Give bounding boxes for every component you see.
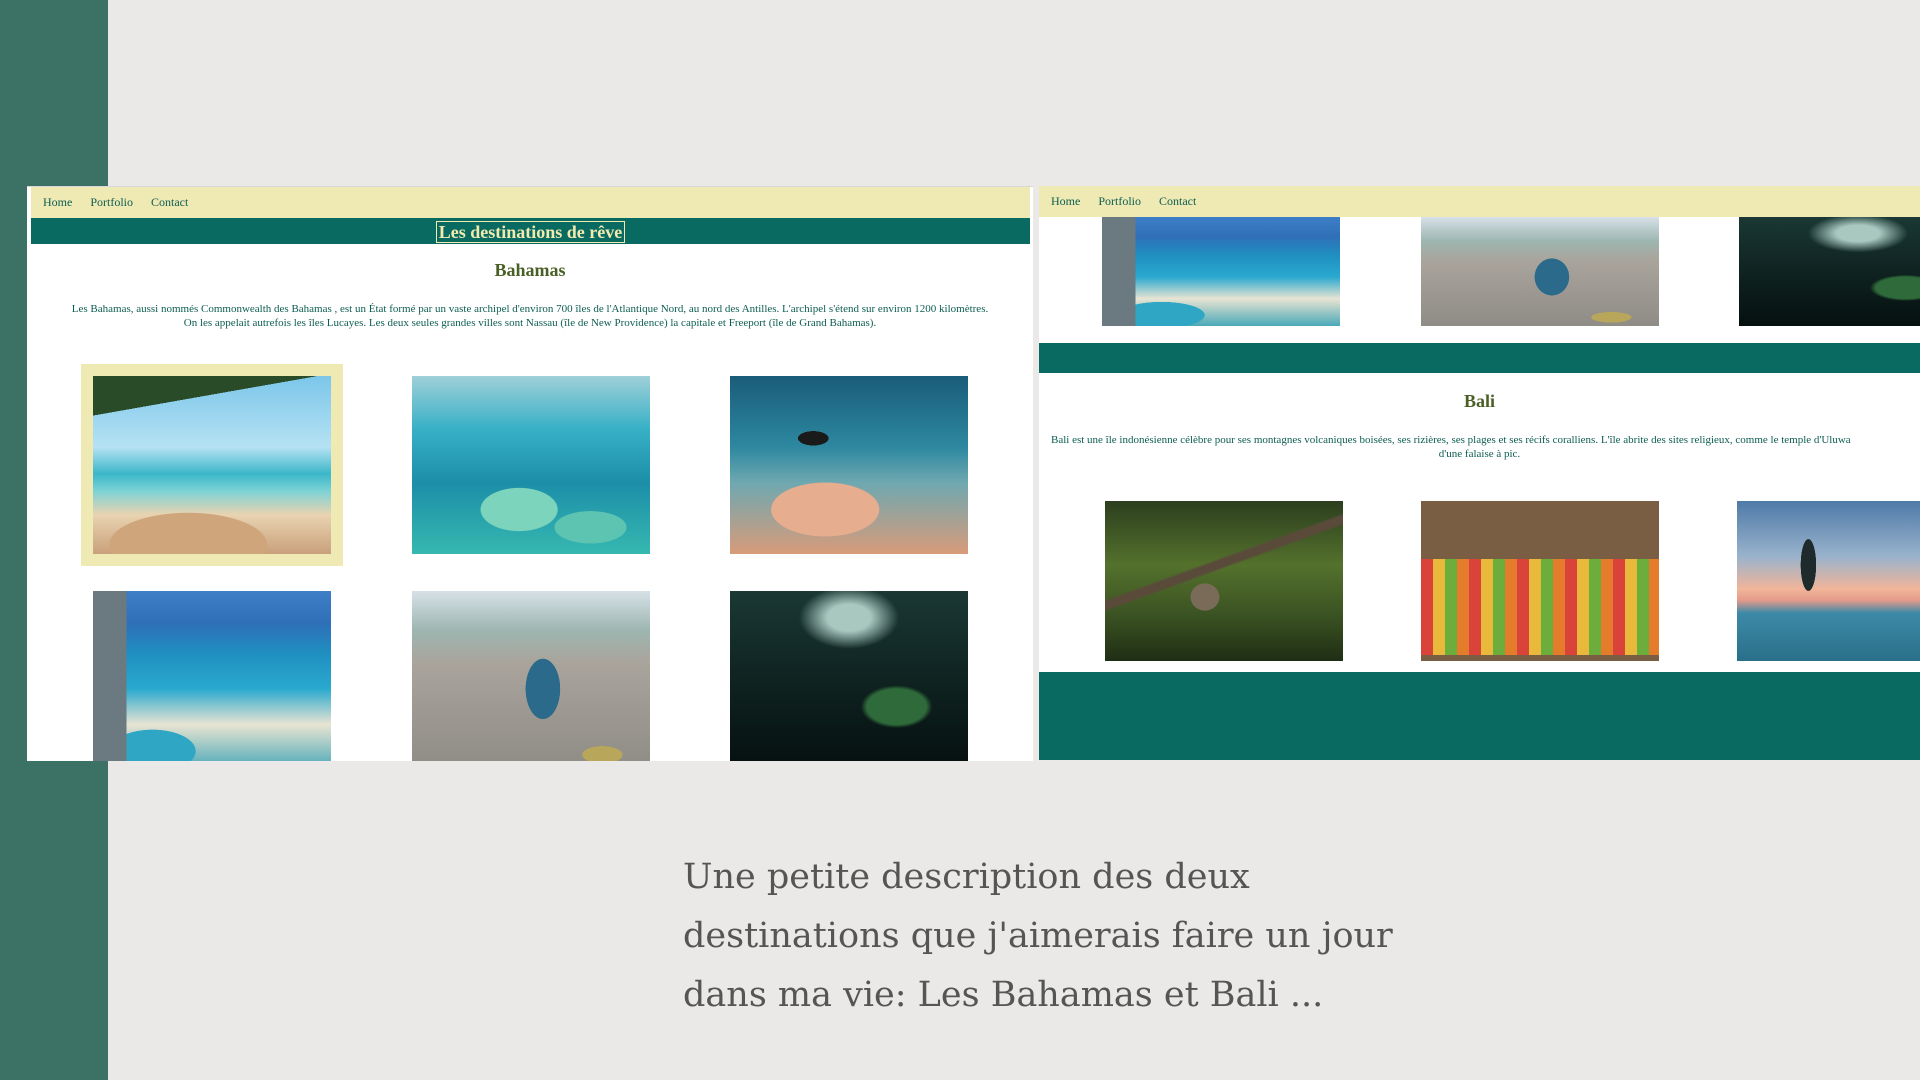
underwater-cave-photo[interactable] xyxy=(1739,217,1920,326)
nav-portfolio-link[interactable]: Portfolio xyxy=(90,195,133,210)
underwater-cave-photo[interactable] xyxy=(730,591,968,761)
aerial-reef-photo[interactable] xyxy=(412,376,650,554)
site-title: Les destinations de rêve xyxy=(435,221,626,243)
bali-page-screenshot: Home Portfolio Contact Bali Bali est une… xyxy=(1039,186,1920,760)
infinity-pool-sunset-photo[interactable] xyxy=(1737,501,1920,661)
coconut-vendor-photo[interactable] xyxy=(412,591,650,761)
section-divider xyxy=(1039,343,1920,373)
nav-contact-link[interactable]: Contact xyxy=(1159,194,1196,209)
nav-home-link[interactable]: Home xyxy=(1051,194,1080,209)
bahamas-description-line-2: On les appelait autrefois les îles Lucay… xyxy=(183,317,877,329)
bali-description-line-1: Bali est une île indonésienne célèbre po… xyxy=(1051,434,1851,446)
bahamas-description-line-1: Les Bahamas, aussi nommés Commonwealth d… xyxy=(71,303,989,315)
bali-description: Bali est une île indonésienne célèbre po… xyxy=(1039,433,1920,461)
slide-caption: Une petite description des deux destinat… xyxy=(683,857,1393,1015)
nav-home-link[interactable]: Home xyxy=(43,195,72,210)
bahamas-description: Les Bahamas, aussi nommés Commonwealth d… xyxy=(27,302,1033,330)
hotel-coast-photo[interactable] xyxy=(93,591,331,761)
footer-bar xyxy=(1039,672,1920,760)
top-nav: Home Portfolio Contact xyxy=(31,187,1030,218)
fruit-market-photo[interactable] xyxy=(1421,501,1659,661)
nav-contact-link[interactable]: Contact xyxy=(151,195,188,210)
bali-heading: Bali xyxy=(1463,391,1495,411)
bahamas-page-screenshot: Home Portfolio Contact Les destinations … xyxy=(27,186,1033,761)
site-title-bar: Les destinations de rêve xyxy=(31,218,1030,244)
nav-portfolio-link[interactable]: Portfolio xyxy=(1098,194,1141,209)
diver-photo[interactable] xyxy=(730,376,968,554)
palm-beach-photo[interactable] xyxy=(93,376,331,554)
hotel-coast-photo[interactable] xyxy=(1102,217,1340,326)
bali-description-line-2: d'une falaise à pic. xyxy=(1438,448,1521,460)
coconut-vendor-photo[interactable] xyxy=(1421,217,1659,326)
monkey-photo[interactable] xyxy=(1105,501,1343,661)
top-nav: Home Portfolio Contact xyxy=(1039,186,1920,217)
bahamas-heading: Bahamas xyxy=(494,260,566,280)
